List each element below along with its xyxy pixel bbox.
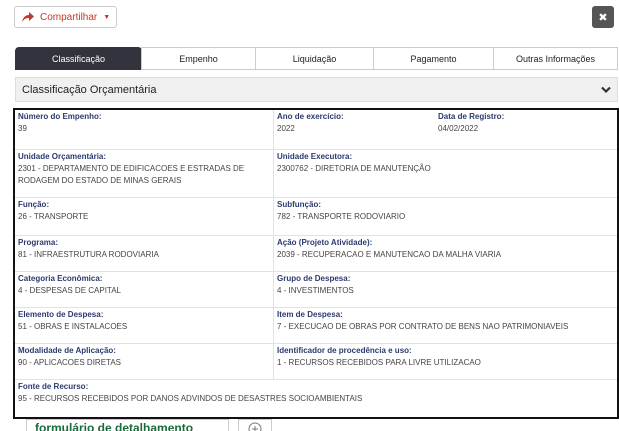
field-label: Item de Despesa: bbox=[277, 310, 343, 319]
field-value: 4 - DESPESAS DE CAPITAL bbox=[18, 286, 121, 295]
field-numero-empenho: Número do Empenho: 39 bbox=[15, 110, 274, 149]
field-value: 7 - EXECUCAO DE OBRAS POR CONTRATO DE BE… bbox=[277, 322, 569, 331]
field-value: 1 - RECURSOS RECEBIDOS PARA LIVRE UTILIZ… bbox=[277, 358, 481, 367]
field-fonte-recurso: Fonte de Recurso: 95 - RECURSOS RECEBIDO… bbox=[15, 380, 617, 417]
tab-outras-informacoes[interactable]: Outras Informações bbox=[493, 47, 618, 70]
detail-row: Categoria Econômica: 4 - DESPESAS DE CAP… bbox=[15, 272, 617, 308]
field-elemento-despesa: Elemento de Despesa: 51 - OBRAS E INSTAL… bbox=[15, 308, 274, 343]
tab-classificacao[interactable]: Classificação bbox=[15, 47, 142, 70]
field-funcao: Função: 26 - TRANSPORTE bbox=[15, 198, 274, 235]
detail-row: Modalidade de Aplicação: 90 - APLICACOES… bbox=[15, 344, 617, 380]
share-button[interactable]: Compartilhar ▼ bbox=[14, 6, 117, 28]
detail-row: Número do Empenho: 39 Ano de exercício: … bbox=[15, 110, 617, 150]
field-value: 95 - RECURSOS RECEBIDOS POR DANOS ADVIND… bbox=[18, 394, 363, 403]
detail-row: Programa: 81 - INFRAESTRUTURA RODOVIARIA… bbox=[15, 236, 617, 272]
field-label: Fonte de Recurso: bbox=[18, 382, 89, 391]
field-value: 782 - TRANSPORTE RODOVIARIO bbox=[277, 212, 406, 221]
field-grupo-despesa: Grupo de Despesa: 4 - INVESTIMENTOS bbox=[274, 272, 617, 307]
field-label: Número do Empenho: bbox=[18, 112, 102, 121]
bottom-tab-formulario[interactable]: formulário de detalhamento bbox=[26, 419, 229, 431]
field-label: Ano de exercício: bbox=[277, 112, 344, 121]
field-unidade-orcamentaria: Unidade Orçamentária: 2301 - DEPARTAMENT… bbox=[15, 150, 274, 197]
chevron-down-icon[interactable] bbox=[601, 86, 611, 94]
field-subfuncao: Subfunção: 782 - TRANSPORTE RODOVIARIO bbox=[274, 198, 617, 235]
field-label: Data de Registro: bbox=[438, 112, 505, 121]
field-value: 04/02/2022 bbox=[438, 124, 479, 133]
field-value: 2301 - DEPARTAMENTO DE EDIFICACOES E EST… bbox=[18, 164, 245, 185]
field-label: Grupo de Despesa: bbox=[277, 274, 351, 283]
close-button[interactable]: ✖ bbox=[592, 6, 614, 28]
field-value: 4 - INVESTIMENTOS bbox=[277, 286, 354, 295]
field-label: Categoria Econômica: bbox=[18, 274, 103, 283]
detail-row: Unidade Orçamentária: 2301 - DEPARTAMENT… bbox=[15, 150, 617, 198]
details-panel: Número do Empenho: 39 Ano de exercício: … bbox=[13, 108, 619, 419]
field-value: 2022 bbox=[277, 124, 295, 133]
tab-empenho[interactable]: Empenho bbox=[141, 47, 256, 70]
close-icon: ✖ bbox=[598, 11, 608, 24]
detail-row: Elemento de Despesa: 51 - OBRAS E INSTAL… bbox=[15, 308, 617, 344]
add-tab-icon bbox=[248, 422, 262, 431]
field-label: Identificador de procedência e uso: bbox=[277, 346, 412, 355]
tab-liquidacao[interactable]: Liquidação bbox=[255, 47, 374, 70]
field-item-despesa: Item de Despesa: 7 - EXECUCAO DE OBRAS P… bbox=[274, 308, 617, 343]
field-identificador-procedencia: Identificador de procedência e uso: 1 - … bbox=[274, 344, 617, 379]
detail-row: Fonte de Recurso: 95 - RECURSOS RECEBIDO… bbox=[15, 380, 617, 417]
detail-row: Função: 26 - TRANSPORTE Subfunção: 782 -… bbox=[15, 198, 617, 236]
share-label: Compartilhar bbox=[40, 11, 98, 23]
tab-pagamento[interactable]: Pagamento bbox=[373, 47, 494, 70]
field-label: Subfunção: bbox=[277, 200, 321, 209]
field-value: 2300762 - DIRETORIA DE MANUTENÇÃO bbox=[277, 164, 431, 173]
add-tab-button[interactable] bbox=[238, 419, 272, 431]
field-acao: Ação (Projeto Atividade): 2039 - RECUPER… bbox=[274, 236, 617, 271]
tab-bar: Classificação Empenho Liquidação Pagamen… bbox=[15, 47, 618, 70]
field-value: 26 - TRANSPORTE bbox=[18, 212, 89, 221]
field-unidade-executora: Unidade Executora: 2300762 - DIRETORIA D… bbox=[274, 150, 617, 197]
field-value: 90 - APLICACOES DIRETAS bbox=[18, 358, 121, 367]
section-title: Classificação Orçamentária bbox=[22, 83, 157, 96]
share-icon bbox=[21, 11, 35, 23]
section-header[interactable]: Classificação Orçamentária bbox=[15, 77, 618, 102]
field-modalidade-aplicacao: Modalidade de Aplicação: 90 - APLICACOES… bbox=[15, 344, 274, 379]
caret-down-icon: ▼ bbox=[103, 13, 111, 21]
field-categoria-economica: Categoria Econômica: 4 - DESPESAS DE CAP… bbox=[15, 272, 274, 307]
field-value: 51 - OBRAS E INSTALACOES bbox=[18, 322, 128, 331]
field-programa: Programa: 81 - INFRAESTRUTURA RODOVIARIA bbox=[15, 236, 274, 271]
field-data-registro: Data de Registro: 04/02/2022 bbox=[435, 110, 617, 149]
field-value: 81 - INFRAESTRUTURA RODOVIARIA bbox=[18, 250, 159, 259]
field-label: Modalidade de Aplicação: bbox=[18, 346, 116, 355]
field-label: Elemento de Despesa: bbox=[18, 310, 104, 319]
field-label: Programa: bbox=[18, 238, 59, 247]
field-ano-exercicio: Ano de exercício: 2022 bbox=[274, 110, 435, 149]
field-label: Unidade Executora: bbox=[277, 152, 353, 161]
field-value: 39 bbox=[18, 124, 27, 133]
field-label: Ação (Projeto Atividade): bbox=[277, 238, 373, 247]
field-value: 2039 - RECUPERACAO E MANUTENCAO DA MALHA… bbox=[277, 250, 502, 259]
field-label: Função: bbox=[18, 200, 50, 209]
field-label: Unidade Orçamentária: bbox=[18, 152, 107, 161]
